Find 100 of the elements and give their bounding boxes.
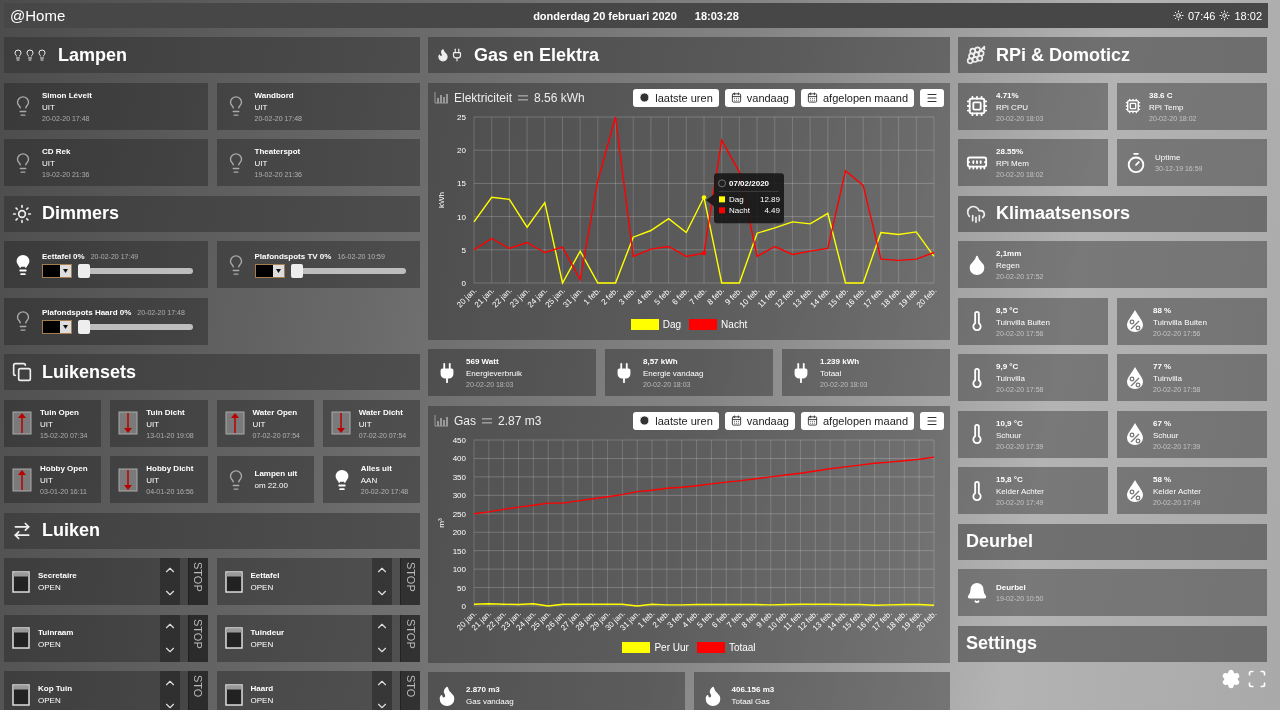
humidity-icon	[1125, 309, 1145, 333]
item-status: UIT	[146, 476, 161, 485]
item-status: UIT	[42, 159, 56, 168]
legend-item[interactable]: Dag	[630, 318, 682, 330]
color-picker[interactable]	[42, 263, 72, 278]
item-name: 38.6 C	[1149, 90, 1174, 100]
window-arrow-up-icon	[224, 411, 245, 435]
stop-button[interactable]: STOP	[400, 614, 420, 662]
item-status: Gas vandaag	[466, 697, 514, 706]
item-status: Schuur	[1153, 430, 1180, 440]
item-status: OPEN	[38, 696, 62, 705]
item-name: Water Open	[252, 407, 299, 417]
y-tick-label: 20	[457, 145, 466, 155]
range-button[interactable]: vandaag	[724, 411, 795, 430]
tooltip-value: 12.89	[759, 194, 780, 204]
range-button[interactable]: laatste uren	[633, 411, 719, 430]
stop-button[interactable]: STOP	[187, 558, 208, 605]
data-point	[701, 194, 707, 200]
window-icon	[12, 683, 30, 706]
window-arrow-up-icon	[12, 411, 32, 435]
y-tick-label: 5	[461, 245, 466, 255]
item-name: 569 Watt	[466, 357, 500, 366]
item-status: UIT	[254, 159, 269, 168]
x-tick-label: 2 feb.	[599, 285, 620, 307]
item-name: 8,57 kWh	[643, 357, 679, 366]
range-button[interactable]: laatste uren	[633, 88, 719, 107]
item-name: Eettafel	[250, 571, 280, 580]
window-icon	[12, 570, 30, 593]
item-name: 8,5 °C	[996, 305, 1020, 315]
tooltip-value: 4.49	[764, 205, 780, 215]
color-picker[interactable]	[42, 320, 72, 334]
item-status: Totaal	[820, 369, 843, 378]
section-header: Gas en Elektra	[428, 37, 950, 73]
item-name: 58 %	[1153, 475, 1173, 484]
item-status: UIT	[42, 102, 56, 112]
section-header: Lampen	[4, 37, 420, 73]
clock-icon	[718, 178, 726, 187]
item-name: 2.870 m3	[466, 685, 501, 694]
chart-title: Elektriciteit	[454, 90, 512, 105]
stop-button[interactable]: STO	[400, 671, 420, 710]
item-status: om 22.00	[254, 481, 289, 490]
y-tick-label: 50	[457, 583, 466, 593]
y-tick-label: 450	[452, 435, 466, 445]
menu-button[interactable]	[920, 88, 944, 107]
y-tick-label: 300	[452, 490, 466, 500]
swap-icon	[12, 520, 32, 541]
y-tick-label: 100	[452, 564, 466, 574]
tooltip-series-name: Dag	[729, 194, 744, 204]
item-name: 1.239 kWh	[820, 357, 861, 366]
section-header: Luiken	[4, 512, 420, 549]
stop-button[interactable]: STO	[187, 671, 208, 710]
sunrise-time: 07:46	[1187, 9, 1216, 22]
item-status: UIT	[252, 419, 267, 429]
y-axis-label: kWh	[437, 191, 446, 208]
chart-reading: 8.56 kWh	[534, 90, 585, 105]
item-status: UIT	[40, 476, 54, 485]
range-button[interactable]: afgelopen maand	[801, 411, 914, 430]
grape-icon	[966, 45, 986, 65]
legend-item[interactable]: Per Uur	[622, 641, 689, 653]
section-header: RPi & Domoticz	[958, 37, 1267, 73]
y-tick-label: 0	[461, 278, 466, 288]
item-name: Wandbord	[254, 90, 295, 100]
windows-icon	[12, 362, 32, 382]
legend-item[interactable]: Nacht	[689, 318, 748, 330]
section-header: Settings	[958, 625, 1267, 662]
item-status: Regen	[996, 261, 1021, 270]
timer-icon	[1125, 151, 1147, 174]
item-status: OPEN	[38, 639, 62, 649]
range-button[interactable]: afgelopen maand	[801, 88, 914, 107]
y-tick-label: 150	[452, 546, 466, 556]
clock-icon	[639, 92, 651, 103]
equals-icon	[518, 94, 528, 101]
legend-item[interactable]: Totaal	[696, 641, 756, 653]
calendar-icon	[730, 415, 742, 426]
range-button[interactable]: vandaag	[724, 88, 795, 107]
y-tick-label: 0	[461, 601, 466, 611]
item-status: OPEN	[250, 696, 274, 705]
item-name: Water Dicht	[358, 407, 404, 417]
item-name: Hobby Open	[40, 464, 88, 473]
y-axis-label: m³	[437, 517, 446, 528]
y-tick-label: 10	[457, 212, 466, 222]
tooltip-series-name: Nacht	[729, 205, 750, 215]
stop-button[interactable]: STOP	[187, 614, 208, 662]
series-swatch	[719, 206, 725, 213]
menu-button[interactable]	[920, 411, 944, 430]
caret-icon	[63, 325, 68, 329]
y-tick-label: 350	[452, 472, 466, 482]
bar-chart-icon	[434, 91, 448, 104]
item-name: Simon Lévelt	[42, 90, 92, 100]
menu-icon	[926, 414, 938, 427]
color-picker[interactable]	[254, 263, 285, 278]
humidity-icon	[1125, 422, 1145, 446]
calendar-icon	[730, 92, 742, 103]
stop-button[interactable]: STOP	[400, 558, 420, 605]
item-status: Tuinvilla Buiten	[996, 317, 1050, 327]
item-name: Deurbel	[996, 583, 1027, 592]
chart-reading: 2.87 m3	[498, 413, 542, 428]
item-status: Schuur	[996, 430, 1023, 440]
equals-icon	[482, 417, 492, 424]
date-text: donderdag 20 februari 2020	[533, 9, 677, 22]
